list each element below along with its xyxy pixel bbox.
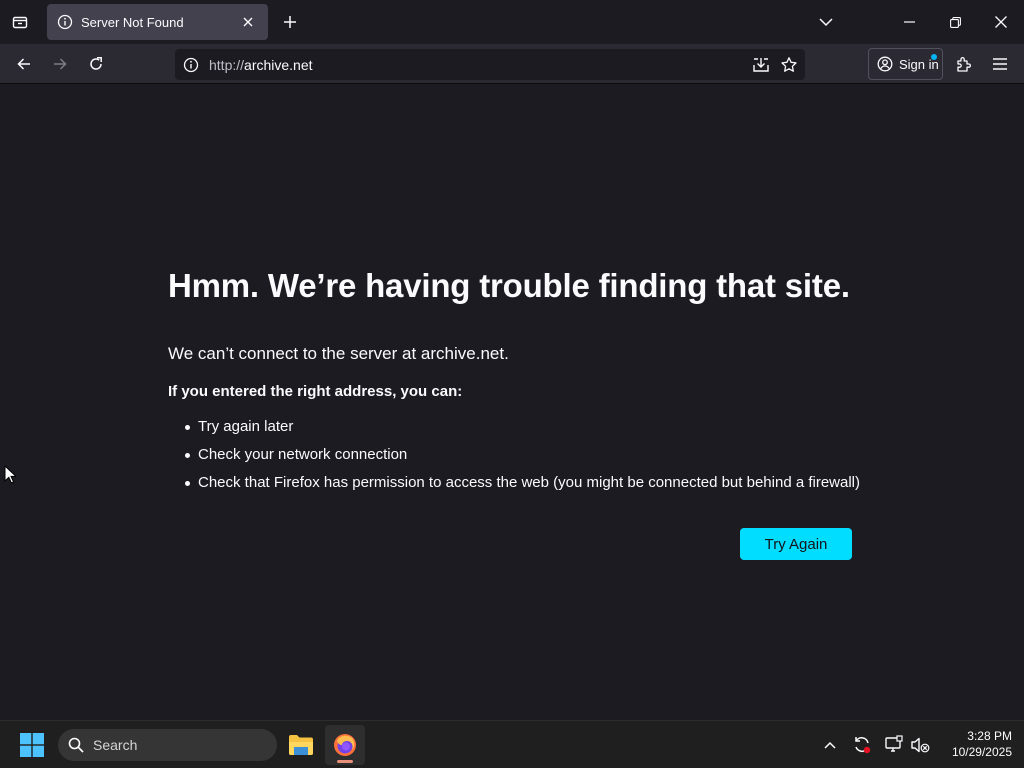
volume-tray-button[interactable] (908, 733, 932, 757)
site-info-icon[interactable] (183, 57, 199, 73)
clock-date: 10/29/2025 (951, 745, 1012, 759)
list-all-tabs-button[interactable] (812, 0, 840, 44)
arrow-left-icon (16, 56, 32, 72)
tab-strip: Server Not Found (0, 0, 1024, 44)
reload-icon (88, 56, 104, 72)
taskbar-search-box[interactable]: Search (58, 729, 277, 761)
error-title: Hmm. We’re having trouble finding that s… (168, 267, 850, 304)
taskbar-clock[interactable]: 3:28 PM 10/29/2025 (936, 728, 1012, 760)
folder-icon (288, 734, 314, 756)
tab-title: Server Not Found (81, 14, 184, 30)
puzzle-icon (955, 55, 973, 73)
account-icon (877, 56, 893, 72)
error-page: Hmm. We’re having trouble finding that s… (0, 85, 1024, 719)
search-label: Search (93, 737, 138, 753)
firefox-taskbar-button[interactable] (325, 725, 365, 765)
plus-icon (283, 15, 297, 29)
reload-button[interactable] (80, 48, 112, 80)
arrow-right-icon (52, 56, 68, 72)
start-button[interactable] (14, 729, 50, 761)
info-icon (57, 14, 73, 30)
minimize-icon (903, 21, 915, 23)
running-indicator (337, 760, 353, 763)
windows-logo-icon (20, 733, 44, 757)
sync-icon (852, 735, 872, 755)
show-hidden-icons-button[interactable] (818, 733, 842, 757)
restore-icon (949, 16, 961, 28)
advice-heading: If you entered the right address, you ca… (168, 383, 463, 400)
search-icon (68, 737, 84, 753)
file-explorer-button[interactable] (281, 725, 321, 765)
back-button[interactable] (8, 48, 40, 80)
url-bar[interactable]: http://archive.net (175, 49, 805, 80)
new-tab-button[interactable] (278, 0, 302, 44)
error-description: We can’t connect to the server at archiv… (168, 344, 509, 363)
try-again-button[interactable]: Try Again (740, 528, 852, 560)
restore-button[interactable] (932, 0, 978, 44)
monitor-network-icon (884, 735, 904, 755)
speaker-muted-icon (910, 735, 930, 755)
bookmark-star-icon[interactable] (780, 56, 798, 74)
sync-tray-button[interactable] (850, 733, 874, 757)
forward-button[interactable] (44, 48, 76, 80)
close-icon (995, 16, 1007, 28)
close-tab-icon[interactable] (238, 12, 258, 32)
notification-dot (931, 54, 937, 60)
firefox-view-icon (12, 14, 28, 30)
chevron-down-icon (819, 17, 833, 27)
app-menu-button[interactable] (984, 48, 1016, 80)
minimize-button[interactable] (886, 0, 932, 44)
firefox-view-button[interactable] (6, 0, 34, 44)
advice-list: Try again later Check your network conne… (183, 415, 860, 499)
extensions-button[interactable] (948, 48, 980, 80)
advice-item: Try again later (183, 415, 860, 443)
url-text[interactable]: http://archive.net (209, 57, 313, 73)
mouse-cursor-icon (4, 464, 18, 489)
close-window-button[interactable] (978, 0, 1024, 44)
sign-in-button[interactable]: Sign in (868, 48, 943, 80)
save-to-pocket-icon[interactable] (752, 56, 770, 74)
network-tray-button[interactable] (882, 733, 906, 757)
navigation-toolbar: http://archive.net Sign in (0, 44, 1024, 84)
tab-active[interactable]: Server Not Found (47, 4, 268, 40)
firefox-icon (333, 733, 357, 757)
taskbar: Search 3:28 PM 10/29/2025 (0, 720, 1024, 768)
advice-item: Check that Firefox has permission to acc… (183, 471, 860, 499)
hamburger-menu-icon (993, 58, 1007, 70)
url-scheme: http:// (209, 56, 245, 73)
advice-item: Check your network connection (183, 443, 860, 471)
url-host: archive.net (244, 56, 313, 73)
chevron-up-icon (824, 741, 836, 749)
clock-time: 3:28 PM (967, 729, 1012, 743)
